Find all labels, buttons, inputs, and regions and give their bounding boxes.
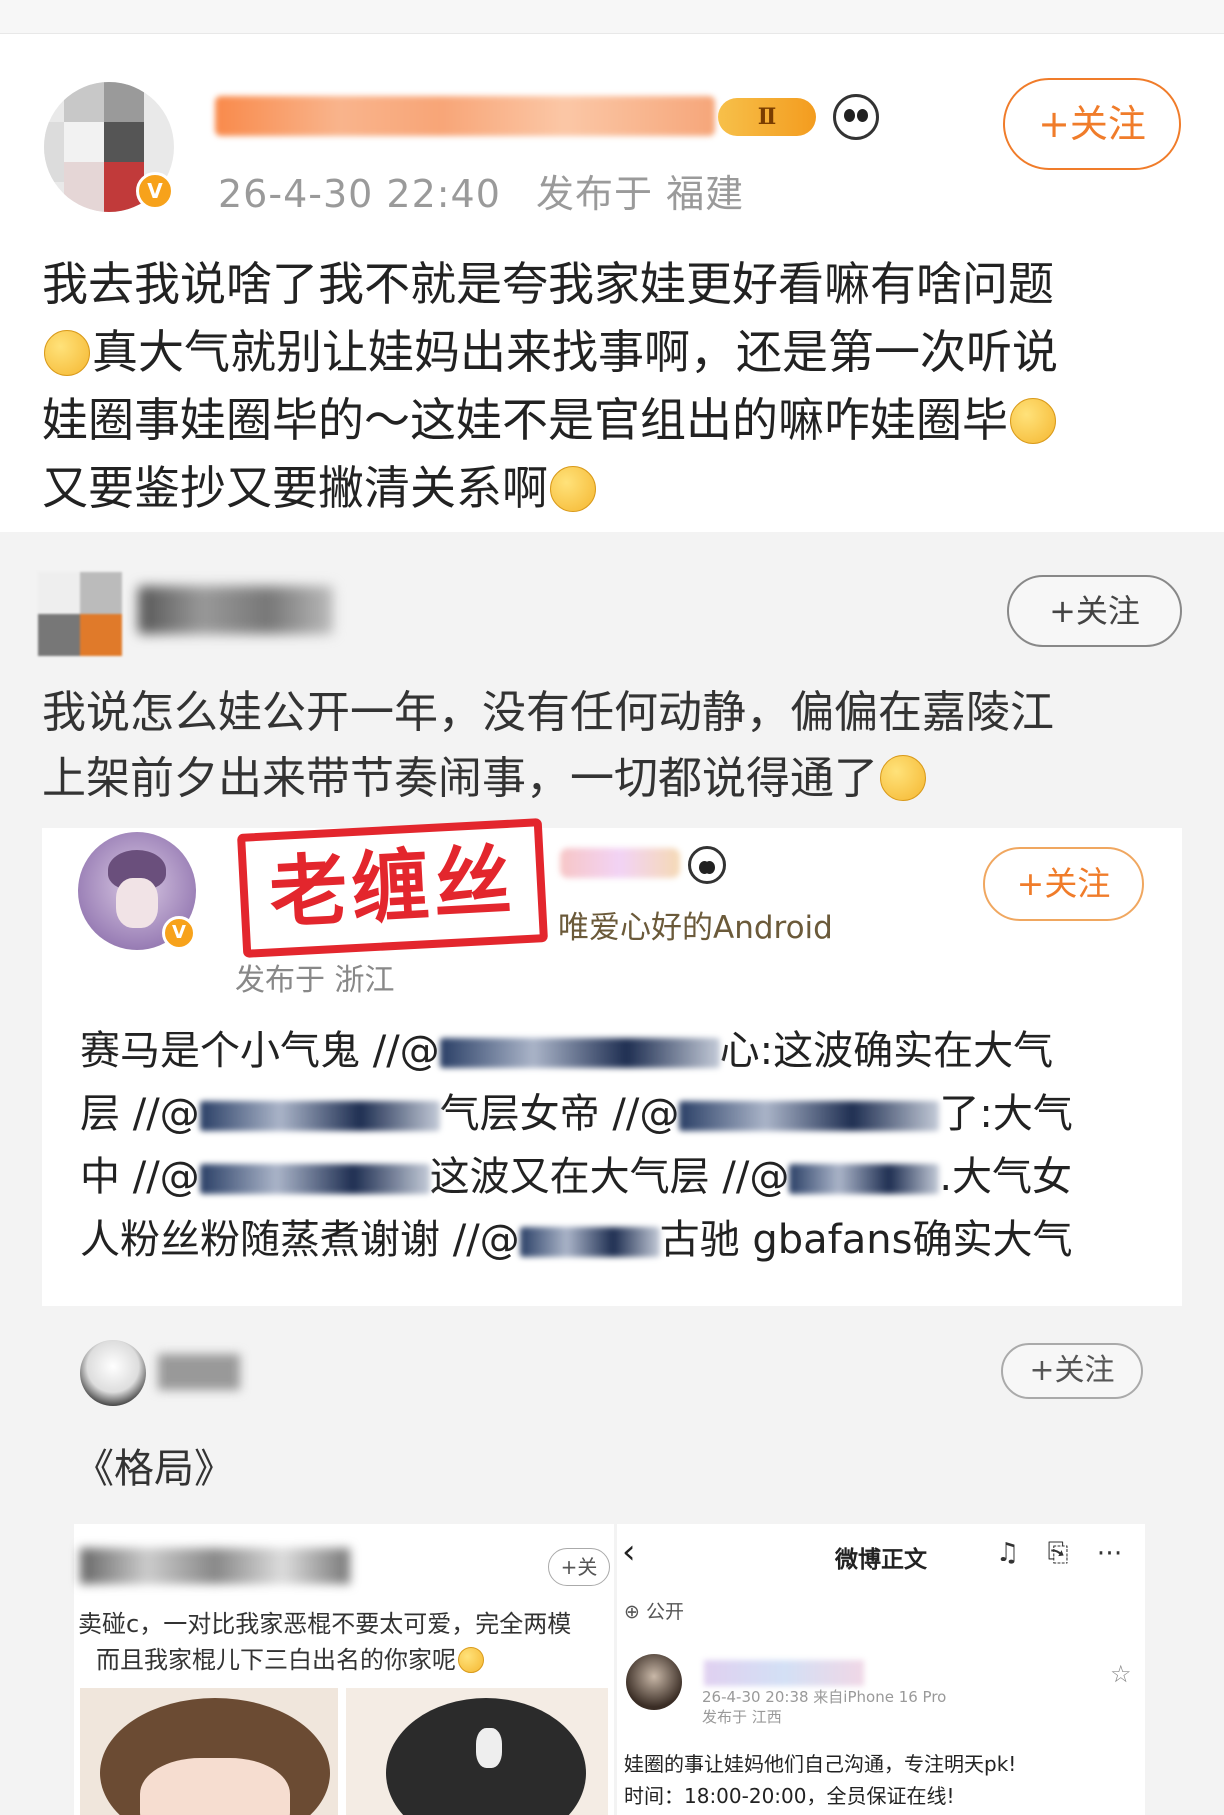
panda-icon [833,94,879,140]
post-timestamp: 26-4-30 22:40 [218,172,501,216]
meta-line: 发布于 江西 [702,1708,782,1726]
post-meta: 26-4-30 22:40 发布于 福建 [218,163,744,218]
card-text: 《格局》 [74,1446,234,1492]
text-segment: 气层女帝 //@ [439,1091,680,1137]
post-line-wrap: 娃圈事娃圈毕的～这娃不是官组出的嘛咋娃圈毕 [42,386,1192,454]
mention-blurred [199,1101,440,1131]
follow-button[interactable]: +关注 [1003,78,1181,170]
post-line: 娃圈事娃圈毕的～这娃不是官组出的嘛咋娃圈毕 [42,393,1008,447]
plush-photo [346,1688,608,1815]
back-icon: ‹ [622,1532,636,1572]
emoji-icon [880,755,926,801]
avatar[interactable] [38,572,122,656]
post-line-wrap: 又要鉴抄又要撇清关系啊 [42,454,1192,522]
verified-icon: V [162,916,196,950]
text-segment: .大气女 [939,1154,1073,1200]
username-blurred[interactable] [138,586,333,634]
text-segment: 赛马是个小气鬼 //@ [80,1028,440,1074]
post-line: 又要鉴抄又要撇清关系啊 [42,461,548,515]
emoji-icon [458,1647,484,1673]
post-location: 发布于 浙江 [235,963,395,998]
follow-button[interactable]: +关注 [1007,575,1182,647]
level-badge: Ⅱ [718,98,816,136]
verified-icon: V [136,172,174,210]
avatar[interactable] [80,1340,146,1406]
text-line: 娃圈的事让娃妈他们自己沟通，专注明天pk! [624,1752,1017,1776]
username-blurred [560,848,680,878]
post-body: 我去我说啥了我不就是夸我家娃更好看嘛有啥问题 真大气就别让娃妈出来找事啊，还是第… [42,250,1192,522]
text-line: 时间：18:00-20:00，全员保证在线! [624,1784,955,1808]
toolbar-icons: ♫ ⎘ ⋯ [996,1538,1133,1568]
username-blurred[interactable] [215,96,715,136]
text-segment: 层 //@ [80,1091,200,1137]
post-meta: 26-4-30 20:38 来自iPhone 16 Pro 发布于 江西 [702,1687,946,1727]
retweet-line-wrap: 上架前夕出来带节奏闹事，一切都说得通了 [42,746,1182,812]
text-segment: 这波又在大气层 //@ [429,1154,790,1200]
embedded-line: 赛马是个小气鬼 //@ 心:这波确实在大气 [80,1020,1160,1083]
visibility-label: ⊕ 公开 [624,1597,684,1624]
plush-photo [80,1688,338,1815]
retweet-line: 上架前夕出来带节奏闹事，一切都说得通了 [42,753,878,804]
mention-blurred [439,1038,720,1068]
retweet-body: 我说怎么娃公开一年，没有任何动静，偏偏在嘉陵江 上架前夕出来带节奏闹事，一切都说… [42,680,1182,812]
text-line: 而且我家棍儿下三白出名的你家呢 [96,1646,456,1674]
screenshot-right-text: 娃圈的事让娃妈他们自己沟通，专注明天pk! 时间：18:00-20:00，全员保… [624,1748,1144,1812]
panda-icon [688,846,726,884]
avatar [626,1654,682,1710]
mention-blurred [519,1227,660,1257]
post-location: 发布于 福建 [536,172,745,216]
text-segment: 古驰 gbafans确实大气 [659,1217,1073,1263]
post-source: 唯爱心好的Android [558,910,833,946]
text-segment: 了:大气 [939,1091,1073,1137]
post-line: 我去我说啥了我不就是夸我家娃更好看嘛有啥问题 [42,257,1054,311]
meta-line: 26-4-30 20:38 来自iPhone 16 Pro [702,1688,947,1706]
username-blurred[interactable] [158,1354,240,1390]
embedded-line: 层 //@ 气层女帝 //@ 了:大气 [80,1083,1160,1146]
screenshot-left-text: 卖碰c，一对比我家恶棍不要太可爱，完全两模 而且我家棍儿下三白出名的你家呢 [78,1606,618,1678]
post-line: 真大气就别让娃妈出来找事啊，还是第一次听说 [92,325,1058,379]
username-blurred [704,1660,864,1686]
globe-icon: ⊕ [624,1601,646,1623]
embedded-body: 赛马是个小气鬼 //@ 心:这波确实在大气 层 //@ 气层女帝 //@ 了:大气 中… [80,1020,1160,1272]
top-strip [0,0,1224,34]
retweet-line: 我说怎么娃公开一年，没有任何动静，偏偏在嘉陵江 [42,687,1054,738]
mention-blurred [789,1164,940,1194]
star-icon: ☆ [1110,1660,1132,1688]
emoji-icon [44,330,90,376]
post-line-wrap: 真大气就别让娃妈出来找事啊，还是第一次听说 [42,318,1192,386]
follow-button: +关 [548,1548,610,1586]
text-segment: 心:这波确实在大气 [719,1028,1054,1074]
username-blurred [80,1548,350,1584]
embedded-line: 人粉丝粉随蒸煮谢谢 //@ 古驰 gbafans确实大气 [80,1209,1160,1272]
mention-blurred [199,1164,430,1194]
follow-button: +关注 [983,847,1144,921]
text-segment: 中 //@ [80,1154,200,1200]
text-segment: 人粉丝粉随蒸煮谢谢 //@ [80,1217,520,1263]
text-line-wrap: 而且我家棍儿下三白出名的你家呢 [78,1642,618,1678]
embedded-line: 中 //@ 这波又在大气层 //@ .大气女 [80,1146,1160,1209]
stamp-sticker: 老缠丝 [236,818,549,958]
follow-button[interactable]: +关注 [1001,1343,1143,1399]
emoji-icon [1010,398,1056,444]
text-line: 卖碰c，一对比我家恶棍不要太可爱，完全两模 [78,1610,572,1638]
emoji-icon [550,466,596,512]
screenshot-title: 微博正文 [835,1547,927,1573]
visibility-text: 公开 [645,1601,684,1623]
mention-blurred [679,1101,940,1131]
